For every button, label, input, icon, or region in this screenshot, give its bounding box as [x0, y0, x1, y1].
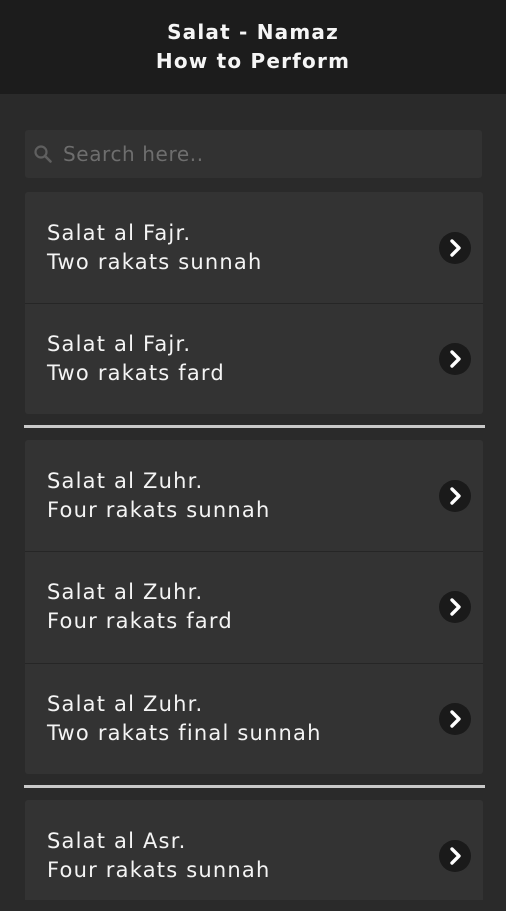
list-item-title: Salat al Fajr.	[47, 220, 192, 245]
list-item-text: Salat al Fajr. Two rakats sunnah	[47, 192, 263, 303]
search-bar[interactable]	[25, 130, 482, 178]
list-item-text: Salat al Zuhr. Two rakats final sunnah	[47, 663, 322, 774]
list-item-text: Salat al Asr. Four rakats sunnah	[47, 800, 270, 911]
search-input[interactable]	[63, 130, 473, 178]
chevron-right-icon[interactable]	[439, 591, 471, 623]
list-item-subtitle: Two rakats final sunnah	[47, 720, 322, 745]
list-item-subtitle: Two rakats fard	[47, 360, 225, 385]
chevron-right-icon[interactable]	[439, 840, 471, 872]
list-item-text: Salat al Zuhr. Four rakats sunnah	[47, 440, 270, 551]
list-item-text: Salat al Zuhr. Four rakats fard	[47, 551, 233, 662]
list-item-text: Salat al Fajr. Two rakats fard	[47, 303, 225, 414]
chevron-right-icon[interactable]	[439, 703, 471, 735]
list-item-subtitle: Four rakats sunnah	[47, 497, 271, 522]
list-item-title: Salat al Fajr.	[47, 331, 192, 356]
app-title-line-1: Salat - Namaz	[167, 20, 339, 44]
chevron-right-icon[interactable]	[439, 232, 471, 264]
app-header: Salat - Namaz How to Perform	[0, 0, 506, 94]
prayer-group-fajr: Salat al Fajr. Two rakats sunnah Salat a…	[25, 192, 483, 414]
chevron-right-icon[interactable]	[439, 343, 471, 375]
list-item-title: Salat al Zuhr.	[47, 691, 204, 716]
chevron-right-icon[interactable]	[439, 480, 471, 512]
list-item-subtitle: Two rakats sunnah	[47, 249, 263, 274]
list-item-zuhr-fard[interactable]: Salat al Zuhr. Four rakats fard	[25, 551, 483, 662]
list-item-subtitle: Four rakats fard	[47, 608, 233, 633]
list-item-subtitle: Four rakats sunnah	[47, 857, 271, 882]
list-item-title: Salat al Asr.	[47, 828, 187, 853]
list-item-fajr-sunnah[interactable]: Salat al Fajr. Two rakats sunnah	[25, 192, 483, 303]
group-separator	[24, 785, 485, 788]
app-title-line-2: How to Perform	[155, 49, 351, 73]
list-item-zuhr-sunnah[interactable]: Salat al Zuhr. Four rakats sunnah	[25, 440, 483, 551]
list-item-zuhr-final-sunnah[interactable]: Salat al Zuhr. Two rakats final sunnah	[25, 663, 483, 774]
list-item-asr-sunnah[interactable]: Salat al Asr. Four rakats sunnah	[25, 800, 483, 911]
group-separator	[24, 425, 485, 428]
list-item-fajr-fard[interactable]: Salat al Fajr. Two rakats fard	[25, 303, 483, 414]
prayer-group-zuhr: Salat al Zuhr. Four rakats sunnah Salat …	[25, 440, 483, 774]
search-icon	[34, 145, 52, 163]
list-item-title: Salat al Zuhr.	[47, 468, 204, 493]
prayer-group-asr: Salat al Asr. Four rakats sunnah	[25, 800, 483, 900]
list-item-title: Salat al Zuhr.	[47, 579, 204, 604]
